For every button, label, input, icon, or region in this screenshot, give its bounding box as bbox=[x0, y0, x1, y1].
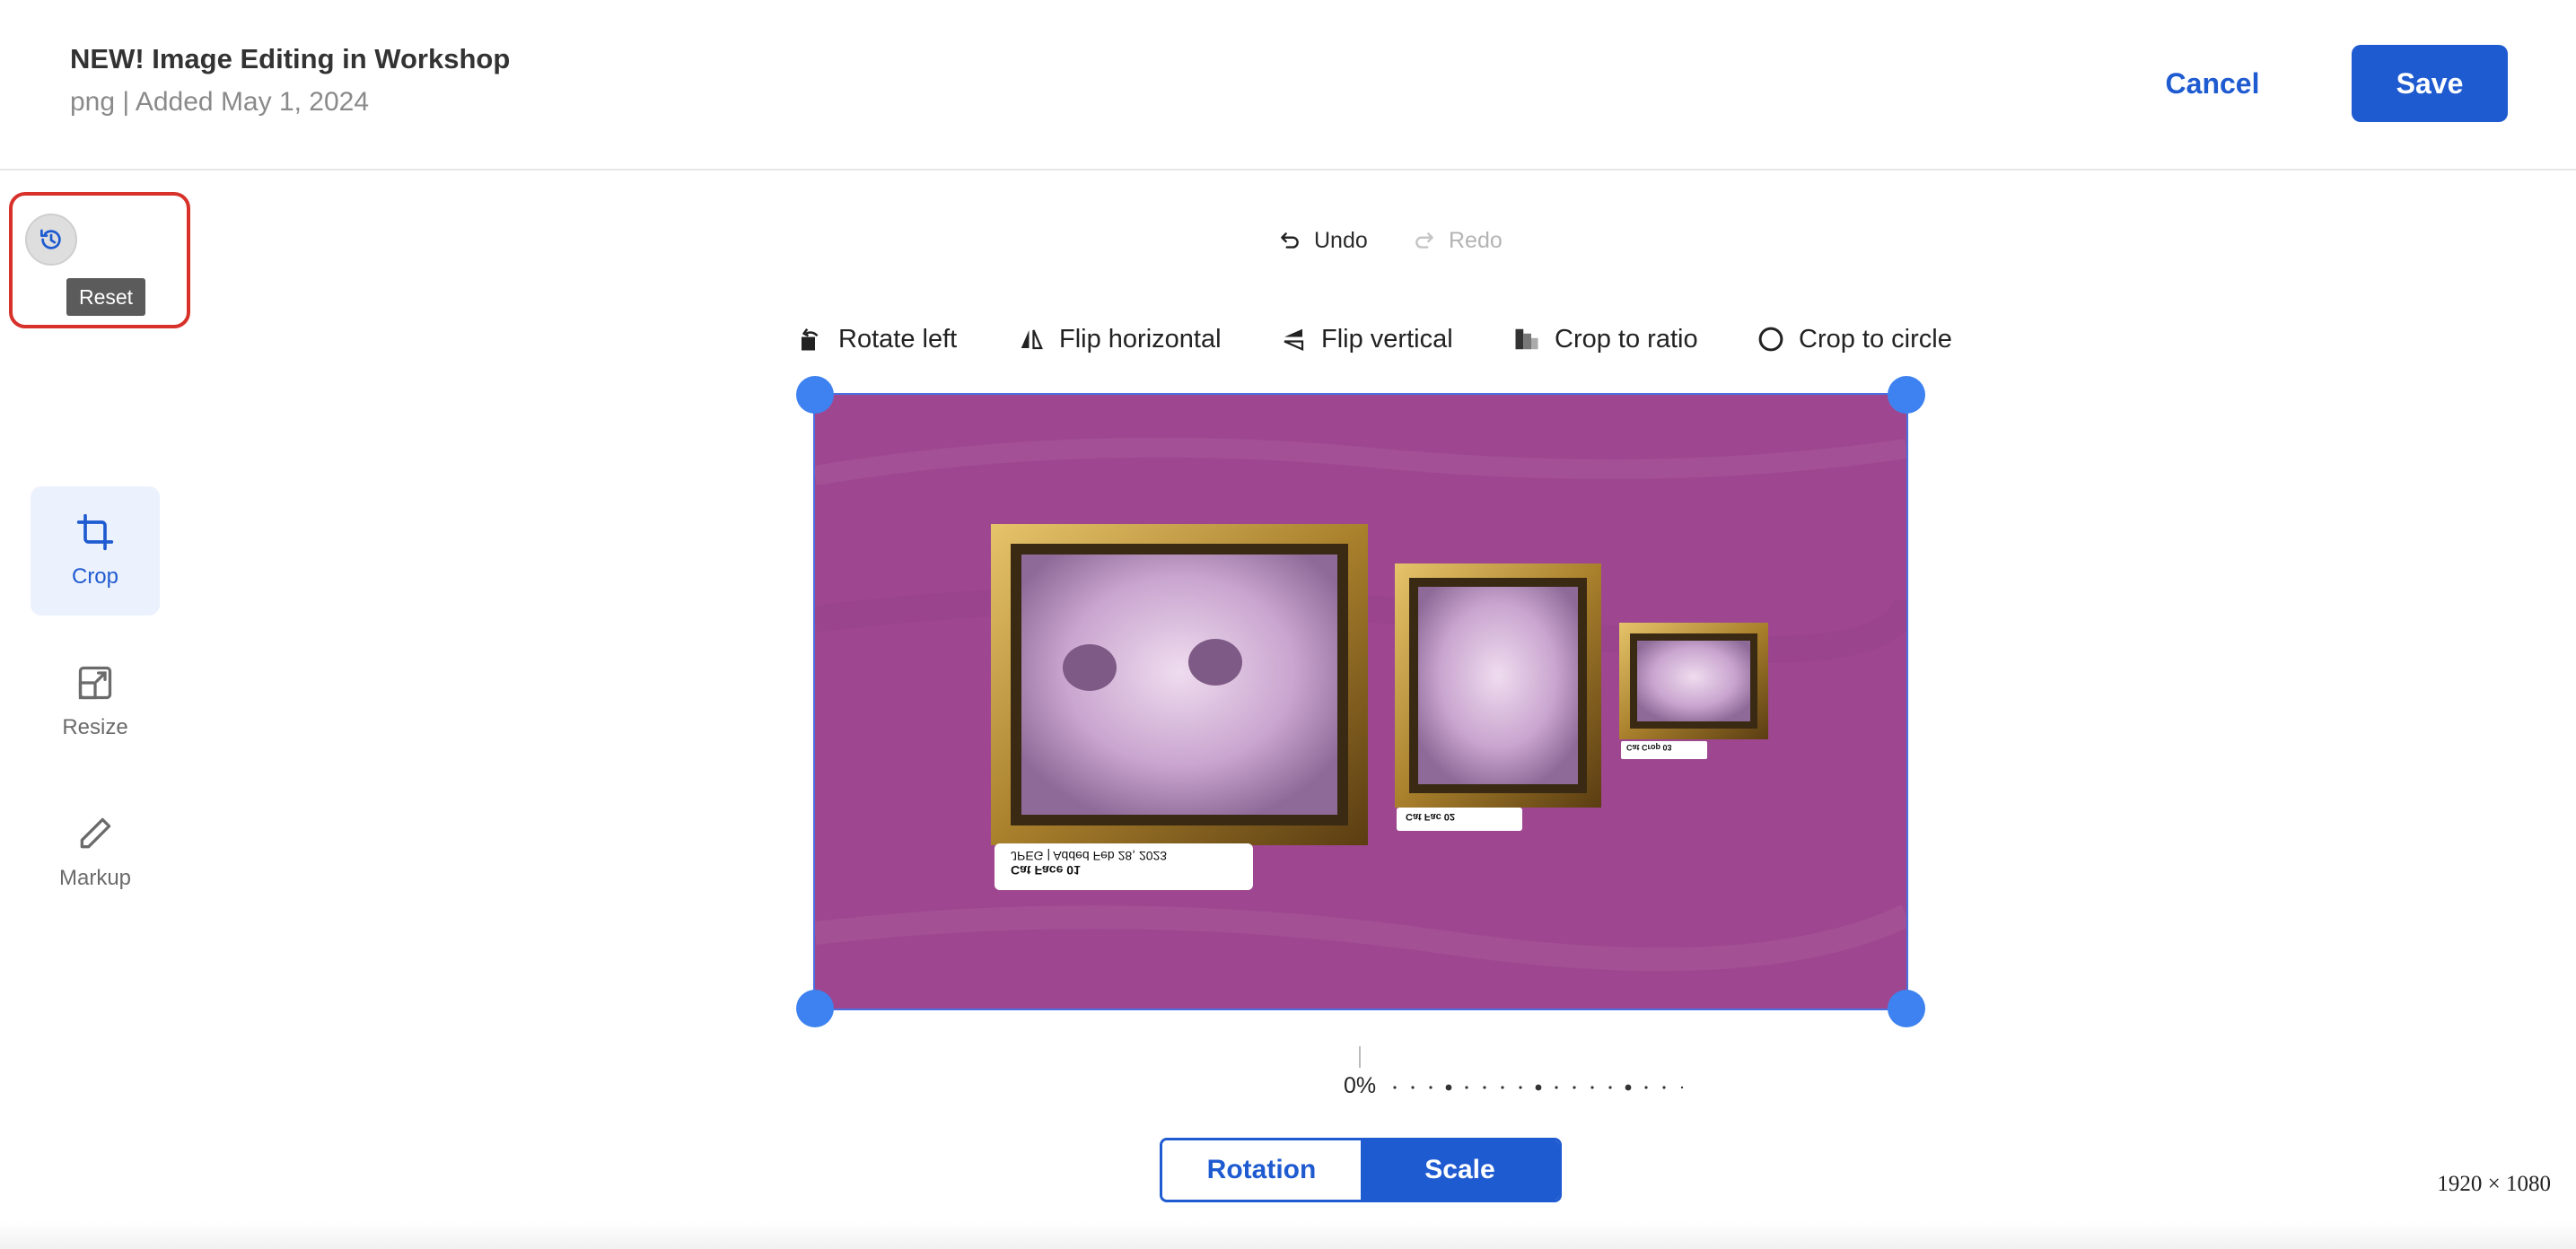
circle-icon bbox=[1758, 327, 1783, 352]
redo-icon bbox=[1415, 232, 1433, 249]
flip-horizontal-label: Flip horizontal bbox=[1059, 324, 1222, 354]
dial-value: 0% bbox=[1344, 1073, 1377, 1098]
rotate-left-label: Rotate left bbox=[838, 324, 958, 354]
frame-label-large-title: Cat Face 01 bbox=[1011, 863, 1081, 878]
undo-label: Undo bbox=[1314, 227, 1368, 253]
reset-button[interactable] bbox=[25, 214, 77, 266]
edited-image bbox=[815, 395, 1906, 1009]
crop-ratio-icon bbox=[1515, 328, 1538, 350]
crop-icon bbox=[76, 513, 114, 551]
bottom-shadow bbox=[0, 1222, 2576, 1249]
sidebar-item-crop[interactable]: Crop bbox=[31, 486, 160, 616]
crop-to-ratio-button[interactable]: Crop to ratio bbox=[1513, 319, 1698, 359]
crop-handle-bottom-right[interactable] bbox=[1888, 990, 1925, 1027]
flip-vertical-label: Flip vertical bbox=[1321, 324, 1453, 354]
redo-button[interactable]: Redo bbox=[1413, 223, 1503, 258]
flip-horizontal-icon bbox=[1021, 329, 1043, 350]
frame-label-large: Cat Face 01 JPEG | Added Feb 28, 2023 bbox=[1011, 849, 1167, 878]
flip-vertical-button[interactable]: Flip vertical bbox=[1280, 319, 1453, 359]
frame-label-small: Cat Crop 03 bbox=[1626, 743, 1672, 752]
frame-label-large-meta: JPEG | Added Feb 28, 2023 bbox=[1011, 849, 1168, 863]
flip-vertical-icon bbox=[1284, 328, 1304, 351]
editor-header: NEW! Image Editing in Workshop png | Add… bbox=[0, 0, 2576, 170]
sidebar-item-markup[interactable]: Markup bbox=[31, 788, 160, 917]
dial-indicator bbox=[1359, 1046, 1361, 1068]
frame-label-medium: Cat Fac 02 bbox=[1406, 811, 1456, 822]
rotate-left-button[interactable]: Rotate left bbox=[797, 319, 957, 359]
undo-button[interactable]: Undo bbox=[1278, 223, 1368, 258]
flip-horizontal-button[interactable]: Flip horizontal bbox=[1018, 319, 1222, 359]
rotate-left-icon bbox=[802, 328, 819, 351]
resize-icon bbox=[78, 666, 112, 700]
dial-dots bbox=[1393, 1084, 1684, 1091]
history-reset-icon bbox=[40, 229, 61, 249]
page-title: NEW! Image Editing in Workshop bbox=[70, 43, 511, 74]
crop-handle-top-right[interactable] bbox=[1888, 376, 1925, 414]
image-canvas[interactable]: Cat Face 01 JPEG | Added Feb 28, 2023 Ca… bbox=[813, 393, 1908, 1010]
sidebar-item-label: Markup bbox=[58, 866, 132, 890]
crop-to-circle-label: Crop to circle bbox=[1799, 324, 1952, 354]
crop-to-circle-button[interactable]: Crop to circle bbox=[1757, 319, 1952, 359]
crop-handle-top-left[interactable] bbox=[796, 376, 834, 414]
save-button[interactable]: Save bbox=[2352, 45, 2508, 122]
mode-toggle: Rotation Scale bbox=[1160, 1138, 1562, 1202]
undo-icon bbox=[1281, 232, 1299, 249]
sidebar-item-resize[interactable]: Resize bbox=[31, 637, 160, 766]
reset-tooltip: Reset bbox=[66, 278, 145, 316]
image-dimensions: 1920 × 1080 bbox=[2437, 1172, 2551, 1196]
cancel-button[interactable]: Cancel bbox=[2127, 45, 2298, 122]
dial-track[interactable] bbox=[1391, 1084, 1696, 1091]
rotation-tab[interactable]: Rotation bbox=[1162, 1140, 1361, 1200]
redo-label: Redo bbox=[1449, 227, 1503, 253]
sidebar-item-label: Crop bbox=[71, 564, 119, 589]
sidebar-item-label: Resize bbox=[62, 715, 128, 739]
pencil-icon bbox=[80, 817, 111, 849]
file-meta: png | Added May 1, 2024 bbox=[70, 87, 370, 117]
crop-handle-bottom-left[interactable] bbox=[796, 990, 834, 1027]
scale-tab[interactable]: Scale bbox=[1361, 1140, 1559, 1200]
crop-to-ratio-label: Crop to ratio bbox=[1555, 324, 1698, 354]
